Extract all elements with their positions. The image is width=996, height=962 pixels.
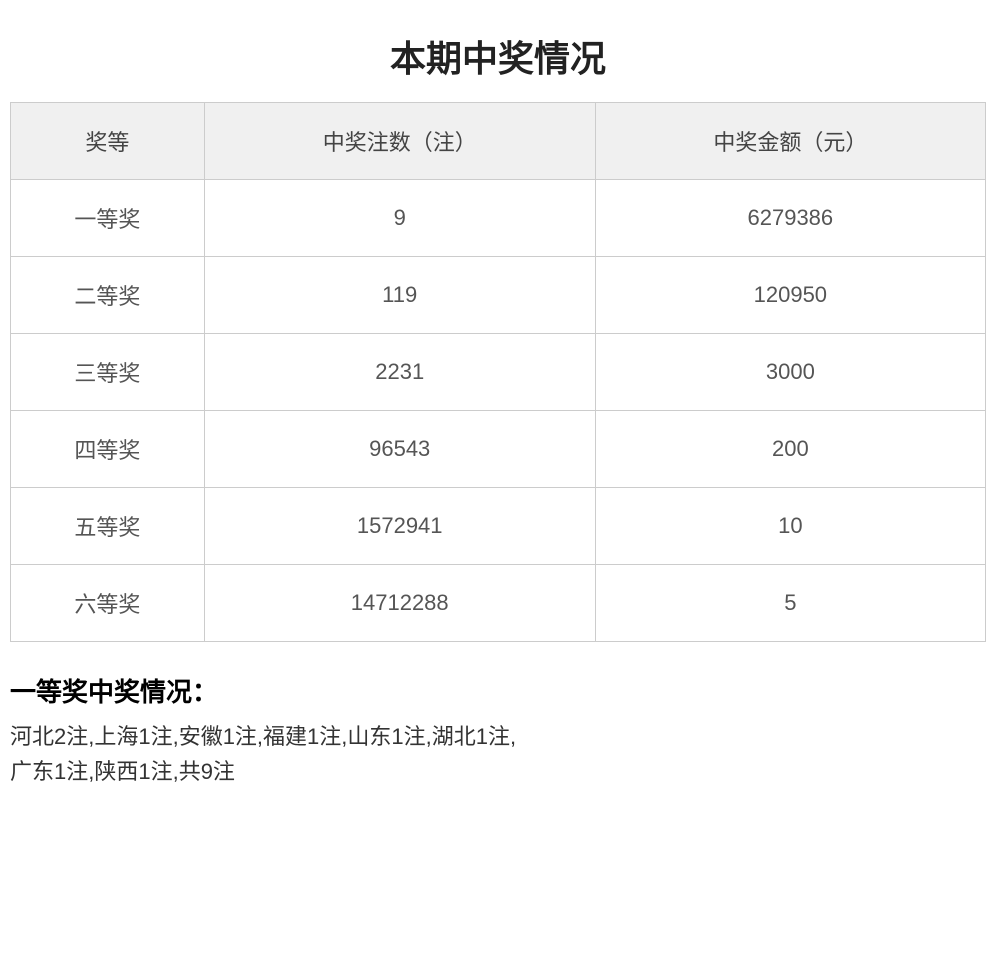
first-prize-text: 河北2注,上海1注,安徽1注,福建1注,山东1注,湖北1注, 广东1注,陕西1注… xyxy=(10,719,986,789)
cell-amount: 5 xyxy=(595,565,985,642)
cell-amount: 120950 xyxy=(595,257,985,334)
table-row: 五等奖157294110 xyxy=(11,488,985,565)
table-row: 四等奖96543200 xyxy=(11,411,985,488)
cell-level: 五等奖 xyxy=(11,488,204,565)
cell-count: 2231 xyxy=(204,334,595,411)
cell-amount: 10 xyxy=(595,488,985,565)
col-header-level: 奖等 xyxy=(11,103,204,180)
page-container: 本期中奖情况 奖等 中奖注数（注） 中奖金额（元） 一等奖96279386二等奖… xyxy=(0,0,996,789)
table-row: 一等奖96279386 xyxy=(11,180,985,257)
cell-count: 96543 xyxy=(204,411,595,488)
cell-level: 一等奖 xyxy=(11,180,204,257)
first-prize-title: 一等奖中奖情况： xyxy=(10,672,986,709)
cell-count: 14712288 xyxy=(204,565,595,642)
cell-level: 二等奖 xyxy=(11,257,204,334)
prize-table-wrapper: 奖等 中奖注数（注） 中奖金额（元） 一等奖96279386二等奖1191209… xyxy=(10,102,986,642)
table-row: 二等奖119120950 xyxy=(11,257,985,334)
cell-count: 9 xyxy=(204,180,595,257)
prize-table: 奖等 中奖注数（注） 中奖金额（元） 一等奖96279386二等奖1191209… xyxy=(11,103,985,641)
bottom-section: 一等奖中奖情况： 河北2注,上海1注,安徽1注,福建1注,山东1注,湖北1注, … xyxy=(10,672,986,789)
table-row: 六等奖147122885 xyxy=(11,565,985,642)
col-header-amount: 中奖金额（元） xyxy=(595,103,985,180)
cell-amount: 6279386 xyxy=(595,180,985,257)
cell-count: 1572941 xyxy=(204,488,595,565)
cell-level: 六等奖 xyxy=(11,565,204,642)
cell-level: 四等奖 xyxy=(11,411,204,488)
cell-level: 三等奖 xyxy=(11,334,204,411)
col-header-count: 中奖注数（注） xyxy=(204,103,595,180)
table-header-row: 奖等 中奖注数（注） 中奖金额（元） xyxy=(11,103,985,180)
cell-count: 119 xyxy=(204,257,595,334)
table-row: 三等奖22313000 xyxy=(11,334,985,411)
cell-amount: 200 xyxy=(595,411,985,488)
page-title: 本期中奖情况 xyxy=(0,0,996,102)
cell-amount: 3000 xyxy=(595,334,985,411)
